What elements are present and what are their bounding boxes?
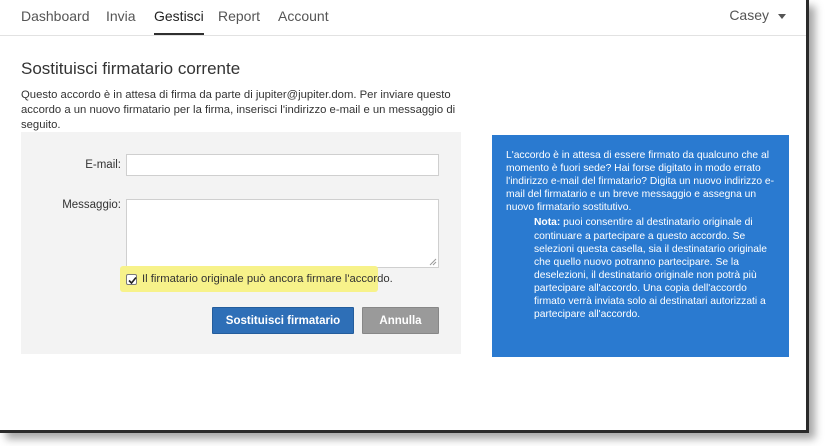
- cancel-button[interactable]: Annulla: [362, 307, 439, 334]
- nav-dashboard[interactable]: Dashboard: [21, 8, 90, 24]
- email-label: E-mail:: [85, 159, 121, 171]
- user-menu[interactable]: Casey: [729, 7, 786, 23]
- nav-report[interactable]: Report: [218, 8, 260, 24]
- help-note-text: puoi consentire al destinatario original…: [534, 217, 767, 321]
- app-window: Dashboard Invia Gestisci Report Account …: [0, 0, 809, 433]
- help-panel: L'accordo è in attesa di essere firmato …: [492, 135, 789, 357]
- keep-original-checkbox[interactable]: [126, 273, 137, 285]
- intro-text: Questo accordo è in attesa di firma da p…: [21, 89, 456, 131]
- page-title: Sostituisci firmatario corrente: [21, 59, 241, 78]
- message-label: Messaggio:: [62, 199, 121, 211]
- replace-signer-button[interactable]: Sostituisci firmatario: [212, 307, 354, 334]
- nav-invia[interactable]: Invia: [106, 8, 136, 24]
- replace-signer-form: E-mail: Messaggio: Il firmatario origina…: [21, 132, 461, 354]
- keep-original-label: Il firmatario originale può ancora firma…: [142, 273, 393, 285]
- nav-account[interactable]: Account: [278, 8, 329, 24]
- nav-gestisci[interactable]: Gestisci: [154, 8, 204, 35]
- help-note: Nota: puoi consentire al destinatario or…: [534, 216, 775, 321]
- user-name: Casey: [729, 7, 769, 23]
- top-navigation: Dashboard Invia Gestisci Report Account …: [0, 0, 806, 36]
- message-textarea[interactable]: [126, 199, 439, 268]
- help-note-prefix: Nota:: [534, 217, 561, 229]
- checkmark-icon: [128, 276, 137, 284]
- resize-handle-icon[interactable]: [429, 258, 437, 266]
- help-text: L'accordo è in attesa di essere firmato …: [506, 150, 775, 214]
- email-field[interactable]: [126, 154, 439, 176]
- keep-original-signer-option[interactable]: Il firmatario originale può ancora firma…: [126, 273, 393, 285]
- chevron-down-icon: [778, 13, 786, 19]
